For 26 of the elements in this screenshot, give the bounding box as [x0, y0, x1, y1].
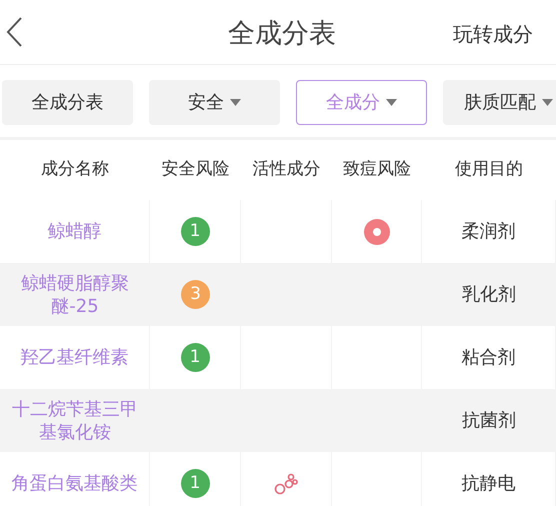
usage-purpose: 抗静电: [462, 472, 516, 496]
usage-purpose: 抗菌剂: [462, 409, 516, 433]
ingredient-name[interactable]: 羟乙基纤维素: [16, 346, 132, 369]
safety-badge: 1: [180, 217, 210, 246]
filter-button[interactable]: 安全: [149, 80, 280, 125]
column-header: 致痘风险: [343, 159, 411, 180]
column-header: 成分名称: [41, 159, 109, 180]
ingredient-name[interactable]: 鲸蜡醇: [44, 220, 106, 243]
back-icon[interactable]: [6, 17, 22, 47]
ingredient-name[interactable]: 十二烷苄基三甲基氯化铵: [0, 398, 150, 444]
filter-button[interactable]: 全成分: [296, 80, 427, 125]
page-title: 全成分表: [228, 17, 336, 51]
safety-badge: 3: [181, 280, 210, 309]
usage-purpose: 柔润剂: [462, 220, 516, 244]
ingredient-name[interactable]: 鲸蜡硬脂醇聚醚-25: [0, 272, 150, 318]
usage-purpose: 乳化剂: [462, 283, 516, 307]
filter-button[interactable]: 全成分表: [2, 80, 133, 125]
ingredient-name[interactable]: 角蛋白氨基酸类: [8, 472, 142, 495]
safety-badge: 1: [180, 469, 210, 498]
safety-badge: 1: [180, 343, 210, 372]
column-header: 使用目的: [455, 159, 523, 180]
column-header: 活性成分: [252, 159, 320, 180]
guide-link[interactable]: 玩转成分: [453, 19, 533, 49]
usage-purpose: 粘合剂: [462, 346, 516, 370]
column-header: 安全风险: [162, 159, 230, 180]
filter-button[interactable]: 肤质匹配: [443, 80, 556, 125]
